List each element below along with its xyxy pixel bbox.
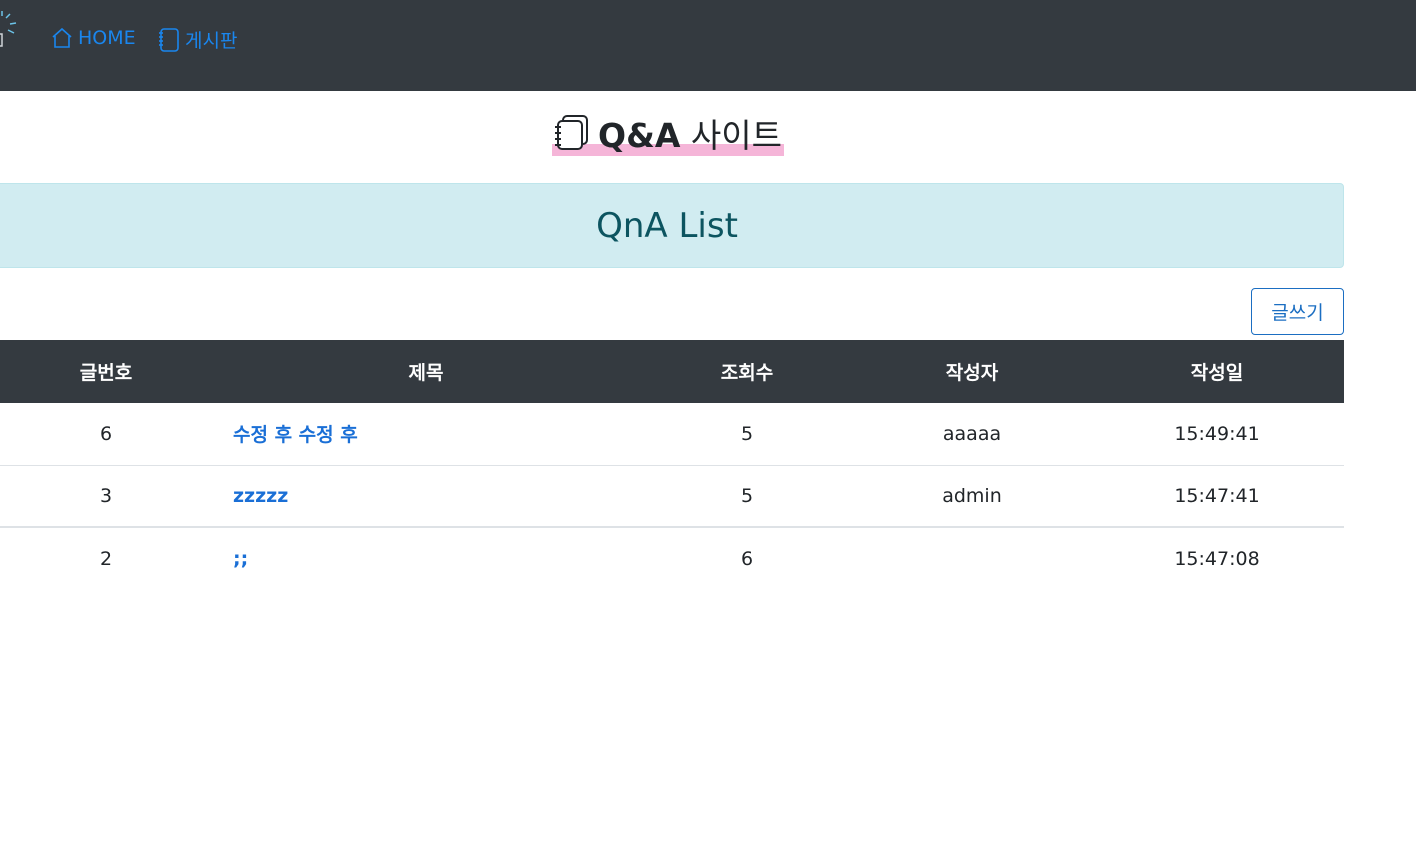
cell-title: ;; xyxy=(212,527,640,589)
cell-number: 2 xyxy=(99,547,113,570)
cell-number: 3 xyxy=(99,484,113,507)
nav-home-label: HOME xyxy=(78,27,136,49)
col-header-number: 글번호 xyxy=(79,362,133,384)
notebooks-icon xyxy=(555,115,589,150)
cell-title: zzzzz xyxy=(212,465,640,527)
nav-home-link[interactable]: HOME xyxy=(50,26,136,50)
qna-table: 글번호 제목 조회수 작성자 작성일 6 수정 후 수정 후 5 aaaaa 1… xyxy=(0,340,1344,589)
cell-views: 6 xyxy=(740,547,754,570)
col-header-date: 작성일 xyxy=(1190,362,1244,384)
post-title-link[interactable]: zzzzz xyxy=(233,485,288,507)
cell-date: 15:47:41 xyxy=(1174,484,1260,507)
list-heading: QnA List xyxy=(596,205,738,246)
col-header-title: 제목 xyxy=(408,362,444,384)
house-icon xyxy=(52,27,72,48)
col-header-views: 조회수 xyxy=(720,362,774,384)
notebook-icon xyxy=(159,27,179,52)
table-row: 6 수정 후 수정 후 5 aaaaa 15:49:41 xyxy=(0,403,1344,465)
cell-views: 5 xyxy=(740,484,754,507)
cell-author xyxy=(854,527,1090,589)
cell-author: admin xyxy=(942,484,1002,507)
col-header-author: 작성자 xyxy=(945,362,999,384)
site-title: Q&A 사이트 xyxy=(0,109,1336,157)
cell-author: aaaaa xyxy=(942,422,1002,445)
table-row: 2 ;; 6 15:47:08 xyxy=(0,527,1344,589)
top-navbar: HOME 게시판 xyxy=(0,0,1416,91)
cell-title: 수정 후 수정 후 xyxy=(212,403,640,465)
list-banner: QnA List xyxy=(0,183,1344,268)
post-title-link[interactable]: ;; xyxy=(233,548,248,570)
cell-number: 6 xyxy=(99,422,113,445)
post-title-link[interactable]: 수정 후 수정 후 xyxy=(233,424,358,446)
table-header-row: 글번호 제목 조회수 작성자 작성일 xyxy=(0,340,1344,403)
cell-views: 5 xyxy=(740,422,754,445)
site-title-normal: 사이트 xyxy=(690,116,782,155)
site-title-wrap: Q&A 사이트 xyxy=(552,109,784,157)
nav-board-link[interactable]: 게시판 xyxy=(157,26,237,53)
cell-date: 15:47:08 xyxy=(1174,547,1260,570)
write-button[interactable]: 글쓰기 xyxy=(1251,288,1344,335)
site-title-text: Q&A 사이트 xyxy=(598,109,782,157)
table-row: 3 zzzzz 5 admin 15:47:41 xyxy=(0,465,1344,527)
cell-date: 15:49:41 xyxy=(1174,422,1260,445)
brand-logo-icon[interactable] xyxy=(0,10,18,50)
nav-board-label: 게시판 xyxy=(185,30,238,52)
site-title-bold: Q&A xyxy=(598,116,681,155)
